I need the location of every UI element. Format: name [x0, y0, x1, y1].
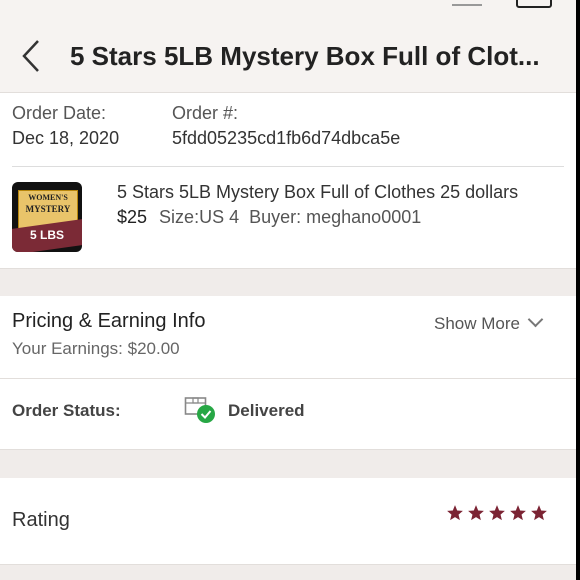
- back-arrow-icon[interactable]: [20, 38, 44, 74]
- order-status-section: Order Status: Delivered: [0, 379, 576, 450]
- star-icon: [531, 505, 547, 521]
- item-price: $25: [117, 207, 148, 227]
- section-gap: [0, 565, 576, 580]
- star-icon: [510, 505, 526, 521]
- pricing-section: Pricing & Earning Info Your Earnings: $2…: [0, 296, 576, 379]
- nav-header: 5 Stars 5LB Mystery Box Full of Clot...: [0, 10, 576, 93]
- thumbnail-text: MYSTERY: [25, 204, 71, 214]
- app-screen: 5 Stars 5LB Mystery Box Full of Clot... …: [0, 0, 580, 580]
- page-title: 5 Stars 5LB Mystery Box Full of Clot...: [70, 41, 540, 71]
- battery-icon: [516, 0, 552, 8]
- thumbnail-text: 5 LBS: [30, 228, 65, 242]
- show-more-label: Show More: [434, 314, 520, 333]
- rating-label: Rating: [12, 509, 70, 531]
- section-gap: [0, 269, 576, 296]
- section-gap: [0, 450, 576, 478]
- item-meta: $25 Size:US 4 Buyer: meghano0001: [117, 207, 421, 228]
- rating-section: Rating: [0, 478, 576, 565]
- item-size: Size:US 4: [159, 207, 240, 227]
- rating-stars: [446, 504, 551, 527]
- earnings-text: Your Earnings: $20.00: [12, 339, 180, 358]
- star-icon: [468, 505, 484, 521]
- divider: [12, 166, 564, 167]
- order-date-value: Dec 18, 2020: [12, 128, 120, 148]
- item-buyer: Buyer: meghano0001: [249, 207, 422, 227]
- chevron-down-icon: [527, 311, 544, 328]
- signal-icon: [452, 0, 482, 6]
- star-icon: [489, 505, 505, 521]
- item-title[interactable]: 5 Stars 5LB Mystery Box Full of Clothes …: [117, 182, 518, 203]
- item-thumbnail[interactable]: WOMEN'S MYSTERY 5 LBS: [12, 182, 82, 252]
- thumbnail-text: WOMEN'S: [28, 193, 68, 202]
- show-more-button[interactable]: Show More: [434, 311, 544, 334]
- order-number-label: Order #:: [172, 103, 239, 123]
- order-status-value: Delivered: [228, 401, 305, 420]
- order-details-card: Order Date: Dec 18, 2020 Order #: 5fdd05…: [0, 93, 576, 269]
- pricing-title: Pricing & Earning Info: [12, 310, 206, 332]
- order-date-label: Order Date:: [12, 103, 107, 123]
- order-number-value: 5fdd05235cd1fb6d74dbca5e: [172, 128, 401, 148]
- status-bar: [0, 0, 576, 10]
- order-status-label: Order Status:: [12, 401, 121, 420]
- star-icon: [447, 505, 463, 521]
- package-delivered-icon: [184, 397, 215, 423]
